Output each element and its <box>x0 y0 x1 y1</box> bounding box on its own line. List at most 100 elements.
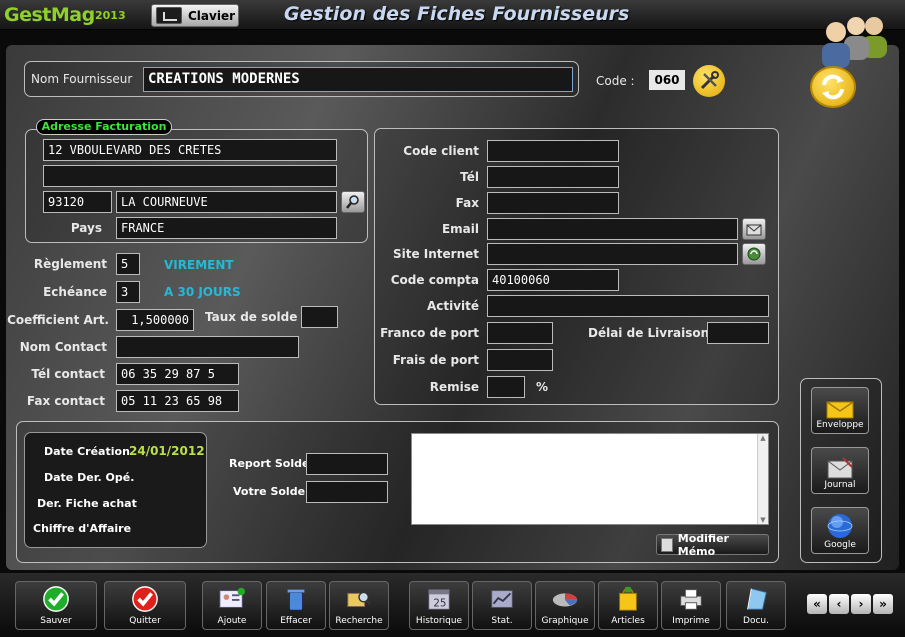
supplier-name-label: Nom Fournisseur <box>31 72 133 86</box>
discount-label: Remise <box>429 380 479 394</box>
document-icon <box>747 588 767 610</box>
first-record-button[interactable]: « <box>807 594 827 614</box>
contact-phone-label: Tél contact <box>31 367 105 381</box>
account-label: Code compta <box>390 273 479 287</box>
email-field[interactable] <box>487 218 738 240</box>
payment-code-field[interactable]: 5 <box>116 253 140 275</box>
stats-button[interactable]: Stat. <box>472 581 532 630</box>
docs-button[interactable]: Docu. <box>726 581 786 630</box>
carry-label: Report Solde <box>229 457 310 470</box>
envelope-button-label: Enveloppe <box>816 420 864 430</box>
scroll-down-icon: ▼ <box>760 516 766 524</box>
brand-logo: GestMag <box>4 4 95 26</box>
shipping-field[interactable] <box>487 349 553 371</box>
due-code-field[interactable]: 3 <box>116 281 140 303</box>
journal-button[interactable]: Journal <box>811 447 869 494</box>
delete-button[interactable]: Effacer <box>266 581 326 630</box>
svg-text:25: 25 <box>433 597 446 609</box>
coef-field[interactable]: 1,500000 <box>116 309 194 331</box>
history-button[interactable]: 25 Historique <box>409 581 469 630</box>
articles-button[interactable]: Articles <box>598 581 658 630</box>
contact-field[interactable] <box>116 336 299 358</box>
balance-field[interactable] <box>306 481 388 503</box>
quit-button[interactable]: Quitter <box>104 581 186 630</box>
contact-phone-field[interactable]: 06 35 29 87 5 <box>116 363 239 385</box>
memo-scrollbar[interactable]: ▲ ▼ <box>757 434 768 524</box>
add-card-icon <box>219 587 246 608</box>
website-label: Site Internet <box>392 247 479 261</box>
printer-icon <box>680 589 702 610</box>
last-record-button[interactable]: » <box>873 594 893 614</box>
search-label: Recherche <box>335 616 383 626</box>
postal-code-field[interactable]: 93120 <box>43 191 112 213</box>
calendar-icon: 25 <box>428 589 450 610</box>
coef-label: Coefficient Art. <box>7 313 109 327</box>
client-code-label: Code client <box>403 144 479 158</box>
delivery-field[interactable] <box>707 322 769 344</box>
city-search-button[interactable] <box>341 191 365 213</box>
created-value: 24/01/2012 <box>129 444 205 458</box>
search-button[interactable]: Recherche <box>329 581 389 630</box>
country-label: Pays <box>70 221 102 235</box>
prev-record-button[interactable]: ‹ <box>829 594 849 614</box>
envelope-button[interactable]: Enveloppe <box>811 387 869 434</box>
carry-field[interactable] <box>306 453 388 475</box>
due-text: A 30 JOURS <box>164 285 241 299</box>
trash-icon <box>287 589 305 611</box>
envelope-icon <box>746 224 762 236</box>
free-shipping-field[interactable] <box>487 322 553 344</box>
edit-memo-label: Modifier Mémo <box>677 531 729 558</box>
phone-field[interactable] <box>487 166 619 188</box>
sale-rate-field[interactable] <box>301 306 338 328</box>
brand-year: 2013 <box>95 9 126 22</box>
tools-button[interactable] <box>693 65 725 97</box>
graph-label: Graphique <box>541 616 589 626</box>
google-button[interactable]: Google <box>811 507 869 554</box>
save-button[interactable]: Sauver <box>15 581 97 630</box>
google-button-label: Google <box>824 540 856 550</box>
check-icon <box>43 586 69 612</box>
fax-field[interactable] <box>487 192 619 214</box>
add-button[interactable]: Ajoute <box>202 581 262 630</box>
contact-fax-label: Fax contact <box>26 394 105 408</box>
open-website-button[interactable] <box>742 243 766 265</box>
last-purchase-label: Der. Fiche achat <box>37 497 137 510</box>
payment-text: VIREMENT <box>164 258 234 272</box>
keyboard-icon <box>156 7 182 24</box>
refresh-button[interactable] <box>810 66 856 108</box>
discount-field[interactable] <box>487 376 525 398</box>
print-button[interactable]: Imprime <box>661 581 721 630</box>
next-record-button[interactable]: › <box>851 594 871 614</box>
address2-field[interactable] <box>43 165 337 187</box>
contact-fax-field[interactable]: 05 11 23 65 98 <box>116 390 239 412</box>
created-label: Date Création <box>44 445 130 458</box>
supplier-name-field[interactable]: CREATIONS MODERNES <box>143 67 573 92</box>
graph-button[interactable]: Graphique <box>535 581 595 630</box>
due-label: Echéance <box>43 285 107 299</box>
city-field[interactable]: LA COURNEUVE <box>116 191 337 213</box>
turnover-label: Chiffre d'Affaire <box>33 522 132 535</box>
stats-label: Stat. <box>491 616 513 626</box>
country-field[interactable]: FRANCE <box>116 217 337 239</box>
memo-icon <box>661 537 673 552</box>
activity-label: Activité <box>426 299 479 313</box>
magnifier-icon <box>346 195 359 209</box>
save-label: Sauver <box>40 616 72 626</box>
balance-label: Votre Solde <box>233 485 306 498</box>
users-icon <box>818 14 890 72</box>
website-field[interactable] <box>487 243 738 265</box>
quit-check-icon <box>132 586 158 612</box>
refresh-icon <box>822 74 844 100</box>
envelope-icon <box>826 401 854 419</box>
account-field[interactable]: 40100060 <box>487 269 619 291</box>
window-title: Gestion des Fiches Fournisseurs <box>284 3 630 25</box>
edit-memo-button[interactable]: Modifier Mémo <box>656 531 769 558</box>
send-email-button[interactable] <box>742 218 766 240</box>
keyboard-button[interactable]: Clavier <box>151 4 239 27</box>
memo-textarea[interactable] <box>411 433 769 525</box>
activity-field[interactable] <box>487 295 769 317</box>
client-code-field[interactable] <box>487 140 619 162</box>
fax-label: Fax <box>455 196 479 210</box>
pie-chart-icon <box>552 593 578 607</box>
address1-field[interactable]: 12 VBOULEVARD DES CRETES <box>43 139 337 161</box>
